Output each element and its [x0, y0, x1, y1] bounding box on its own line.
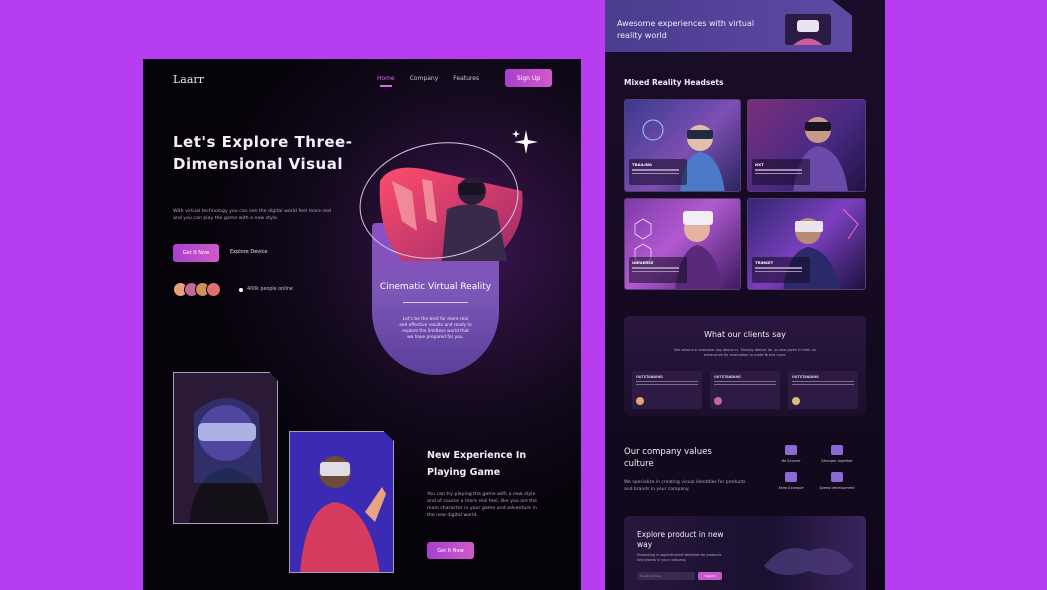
- text-placeholder-line: [714, 384, 776, 386]
- values-description: We specialize in creating visual identit…: [624, 480, 746, 492]
- landing-page-right: Awesome experiences with virtual reality…: [605, 0, 885, 590]
- explore-title: Explore product in new way: [637, 530, 724, 549]
- review-card[interactable]: OUTSTANDING: [632, 371, 702, 409]
- tile-label: TRAILING: [632, 162, 652, 167]
- get-it-now-button-2[interactable]: Get It Now: [427, 542, 474, 559]
- woman-portrait-image: [174, 373, 277, 523]
- avatar: [636, 397, 644, 405]
- testimonials-title: What our clients say: [704, 330, 786, 339]
- hero-description: With virtual technology you can see the …: [173, 209, 332, 221]
- text-placeholder-line: [755, 267, 802, 269]
- text-placeholder-line: [792, 384, 854, 386]
- rocket-icon: [831, 472, 843, 482]
- text-placeholder-line: [755, 169, 802, 171]
- tile-label-box: TRINKET: [752, 257, 810, 283]
- email-input[interactable]: Email Address: [637, 572, 695, 580]
- brand-logo[interactable]: Laarr: [173, 73, 204, 86]
- headset-tile[interactable]: NXT: [747, 99, 866, 192]
- section-title: New Experience In Playing Game: [427, 450, 527, 478]
- text-placeholder-line: [755, 172, 802, 174]
- review-label: OUTSTANDING: [714, 375, 741, 379]
- mixed-reality-title: Mixed Reality Headsets: [624, 78, 724, 87]
- avatar: [714, 397, 722, 405]
- online-text: 400k people online: [247, 287, 293, 292]
- text-placeholder-line: [632, 169, 679, 171]
- tile-label: UNIVERSE: [632, 260, 654, 265]
- value-item: Be Sincere: [771, 445, 811, 463]
- card-text: Let's be the best for more real and effe…: [399, 317, 472, 340]
- value-item: Keep Example: [771, 472, 811, 490]
- value-item: Stronger together: [817, 445, 857, 463]
- text-placeholder-line: [632, 267, 679, 269]
- explore-device-link[interactable]: Explore Device: [230, 249, 267, 255]
- text-placeholder-line: [636, 384, 698, 386]
- sign-up-button[interactable]: Sign Up: [505, 69, 552, 87]
- controller-image: [764, 548, 854, 575]
- text-placeholder-line: [636, 381, 698, 383]
- text-placeholder-line: [755, 270, 802, 272]
- review-card[interactable]: OUTSTANDING: [710, 371, 780, 409]
- hero-title: Let's Explore Three-Dimensional Visual: [173, 133, 353, 173]
- tile-label: NXT: [755, 162, 764, 167]
- landing-page-left: Laarr Home Company Features Sign Up Let'…: [143, 59, 581, 590]
- online-status: 400k people online: [239, 287, 293, 292]
- review-label: OUTSTANDING: [792, 375, 819, 379]
- card-divider: [403, 302, 468, 303]
- man-portrait-image: [290, 432, 393, 572]
- value-label: Stronger together: [821, 459, 853, 463]
- text-placeholder-line: [632, 172, 679, 174]
- card-title: Cinematic Virtual Reality: [379, 282, 492, 292]
- avatar: [206, 282, 221, 297]
- testimonials-section: What our clients say See what our custom…: [624, 316, 866, 416]
- tile-label-box: UNIVERSE: [629, 257, 687, 283]
- values-title: Our company values culture: [624, 447, 712, 469]
- review-label: OUTSTANDING: [636, 375, 663, 379]
- testimonials-subtitle: See what our customer say about us. Shar…: [673, 348, 817, 357]
- explore-description: Presenting in sophisticated identities f…: [637, 553, 722, 562]
- text-placeholder-line: [714, 381, 776, 383]
- value-label: Be Sincere: [781, 459, 801, 463]
- nav-company[interactable]: Company: [410, 75, 439, 82]
- submit-button[interactable]: Submit: [698, 572, 722, 580]
- main-nav: Home Company Features: [377, 75, 479, 87]
- tile-label-box: NXT: [752, 159, 810, 185]
- tile-label: TRINKET: [755, 260, 774, 265]
- value-item: Speed development: [817, 472, 857, 490]
- explore-section: Explore product in new way Presenting in…: [624, 516, 866, 590]
- text-placeholder-line: [792, 381, 854, 383]
- value-label: Keep Example: [778, 486, 804, 490]
- headset-tile[interactable]: TRINKET: [747, 198, 866, 290]
- section-description: You can try playing the game with a new …: [427, 492, 537, 518]
- user-avatars: [173, 282, 221, 297]
- nav-home[interactable]: Home: [377, 75, 395, 87]
- text-placeholder-line: [632, 270, 679, 272]
- headset-tile[interactable]: TRAILING: [624, 99, 741, 192]
- get-it-now-button[interactable]: Get It Now: [173, 244, 219, 262]
- headset-tile[interactable]: UNIVERSE: [624, 198, 741, 290]
- handshake-icon: [831, 445, 843, 455]
- vr-glasses-woman-image: [173, 372, 278, 524]
- vr-headset-man-image: [289, 431, 394, 573]
- tile-label-box: TRAILING: [629, 159, 687, 185]
- banner-vr-image: [785, 14, 831, 45]
- avatar: [792, 397, 800, 405]
- star-icon: [785, 472, 797, 482]
- value-label: Speed development: [819, 486, 855, 490]
- heart-icon: [785, 445, 797, 455]
- online-dot-icon: [239, 287, 243, 292]
- banner-text: Awesome experiences with virtual reality…: [617, 19, 755, 40]
- nav-features[interactable]: Features: [453, 75, 479, 82]
- review-card[interactable]: OUTSTANDING: [788, 371, 858, 409]
